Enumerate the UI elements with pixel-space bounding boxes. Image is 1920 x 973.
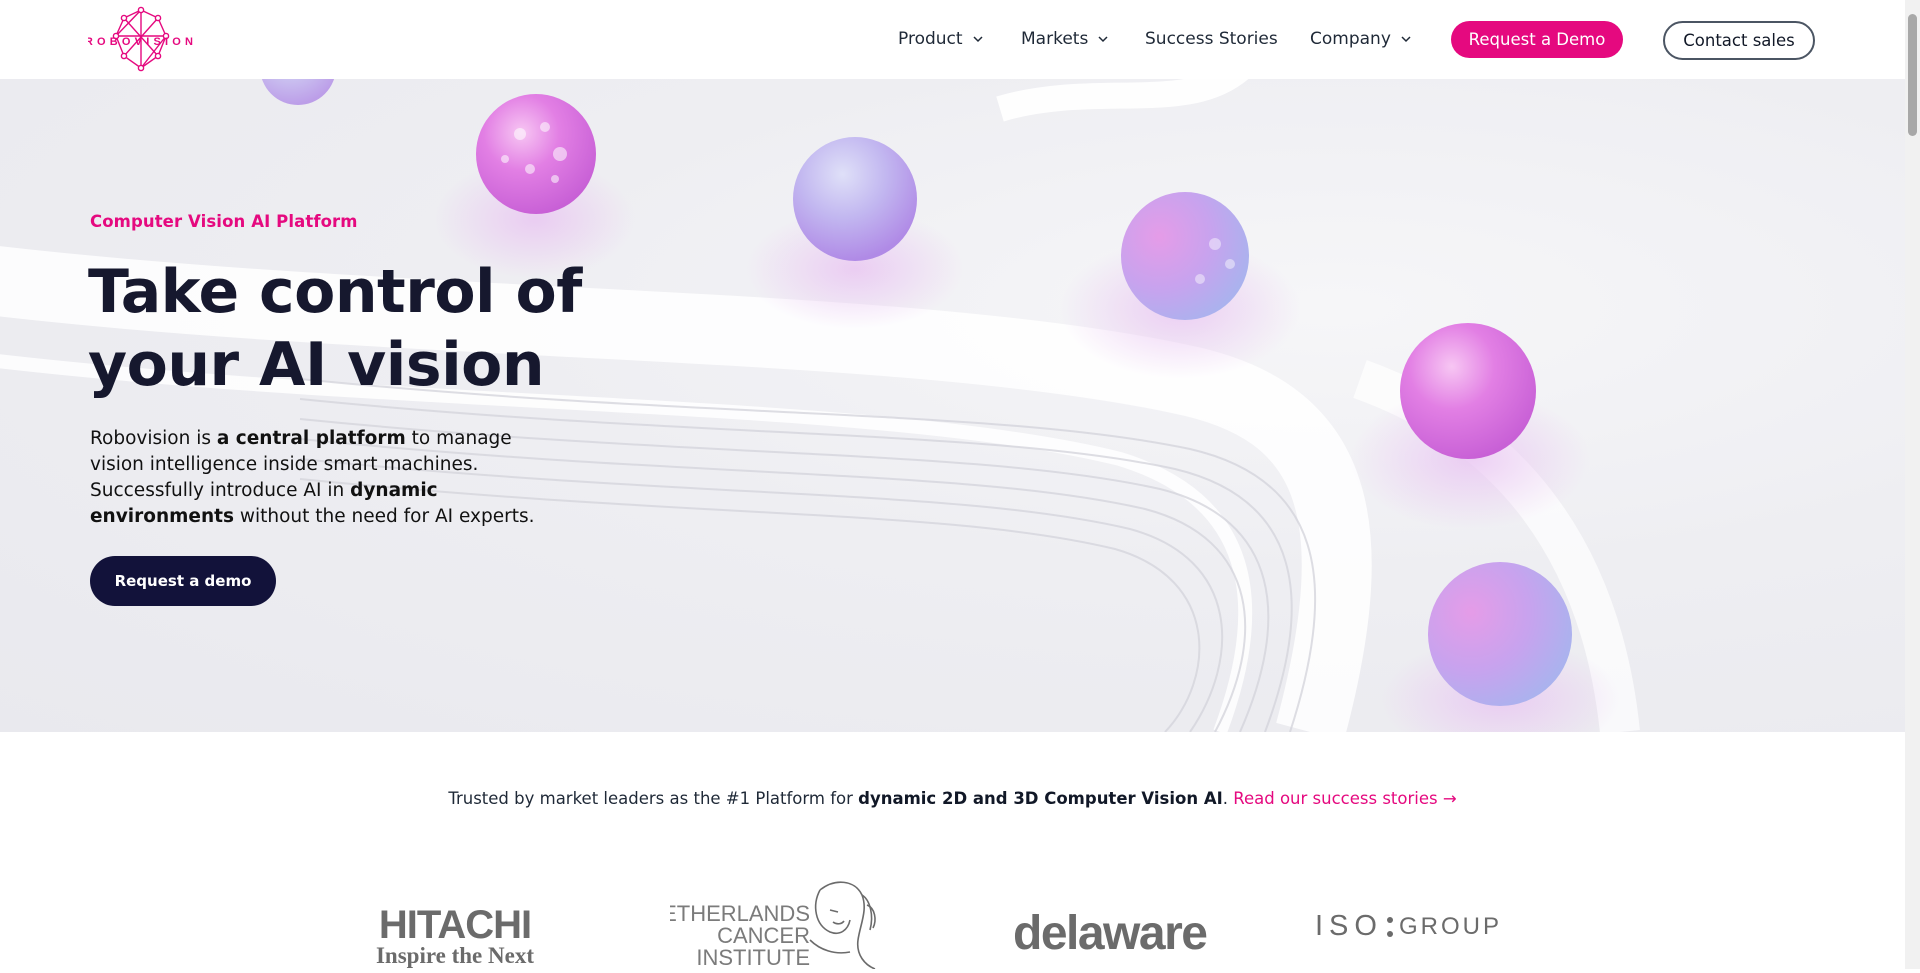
chevron-down-icon [1401,36,1411,43]
client-logos: HITACHI Inspire the Next NETHERLANDS CAN… [0,870,1905,970]
trusted-emphasis: dynamic 2D and 3D Computer Vision AI [858,789,1223,808]
hitachi-logo: HITACHI Inspire the Next [355,903,555,968]
hero-intro: Robovision is a central platform to mana… [90,426,570,530]
hitachi-logo-wordmark: HITACHI [378,903,532,947]
hero-request-demo-button[interactable]: Request a demo [90,556,276,606]
hero-section: Computer Vision AI Platform Take control… [0,79,1905,732]
nki-line-3: INSTITUTE [696,945,810,969]
intro-text: without the need for AI experts. [233,506,535,527]
nav-product-label: Product [898,29,963,49]
nki-portrait-icon: NETHERLANDS CANCER INSTITUTE [646,881,876,970]
delaware-logo: delaware [1013,907,1208,960]
chevron-down-icon [1098,36,1108,43]
nav-company-label: Company [1310,29,1391,49]
nav-product[interactable]: Product [898,27,984,51]
intro-text: Robovision is [90,428,217,449]
robovision-logo[interactable]: ROBOVISION [88,6,194,74]
iso-group-logo: ISO GROUP [1315,910,1502,943]
request-demo-button[interactable]: Request a Demo [1451,21,1623,58]
nav-success-stories-label: Success Stories [1145,29,1278,49]
nav-markets[interactable]: Markets [1021,27,1109,51]
hitachi-logo-tagline: Inspire the Next [375,943,534,968]
success-stories-link[interactable]: Read our success stories → [1233,789,1456,808]
hero-headline: Take control of your AI vision [88,257,582,400]
iso-group-dots-icon [1386,916,1393,937]
trusted-by-text: Trusted by market leaders as the #1 Plat… [0,789,1905,808]
contact-sales-button[interactable]: Contact sales [1663,21,1815,60]
robovision-logo-icon: ROBOVISION [88,6,194,72]
chevron-down-icon [973,36,983,43]
nav-success-stories[interactable]: Success Stories [1145,27,1278,51]
netherlands-cancer-institute-logo: NETHERLANDS CANCER INSTITUTE [646,870,910,970]
scrollbar-thumb[interactable] [1908,14,1917,136]
trusted-prefix: Trusted by market leaders as the #1 Plat… [448,789,859,808]
trusted-suffix: . [1222,789,1234,808]
svg-text:ROBOVISION: ROBOVISION [88,36,194,48]
page-scrollbar[interactable] [1905,0,1920,969]
site-header: ROBOVISION Product Markets Success Stori… [0,0,1905,79]
hero-abstract-background [0,79,1640,732]
iso-group-logo-group: GROUP [1398,912,1502,940]
iso-group-logo-iso: ISO [1315,910,1383,942]
intro-emphasis: a central platform [216,428,406,449]
nav-company[interactable]: Company [1310,27,1412,51]
hero-eyebrow: Computer Vision AI Platform [90,212,358,231]
nav-markets-label: Markets [1021,29,1089,49]
